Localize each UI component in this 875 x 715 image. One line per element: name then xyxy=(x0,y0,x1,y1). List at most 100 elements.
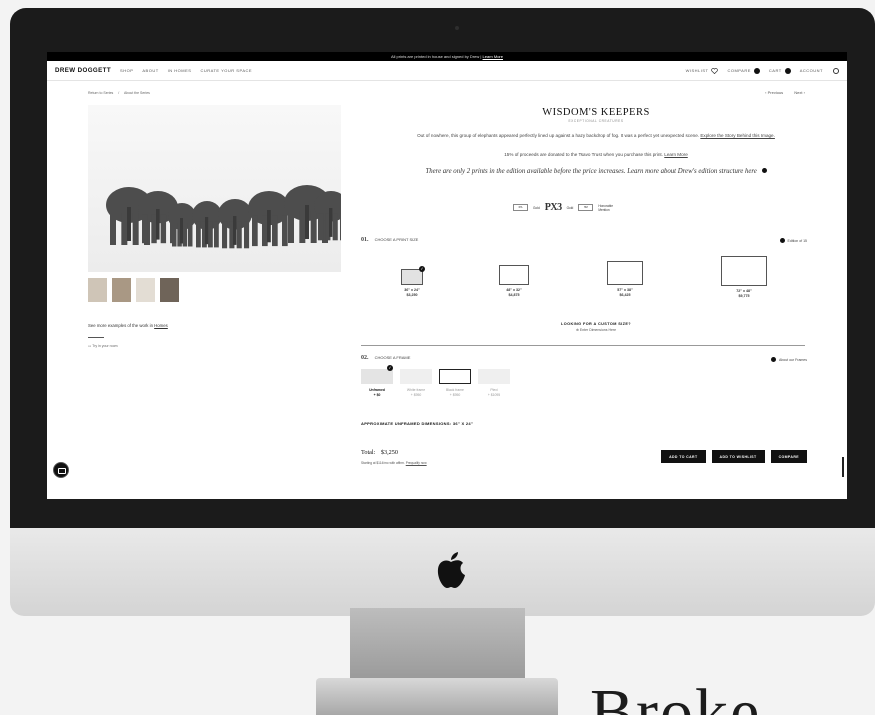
scrollbar[interactable] xyxy=(842,457,844,477)
thumbnail-1[interactable] xyxy=(88,278,107,302)
frame-label: Unframed + $0 xyxy=(369,388,385,397)
pager: ‹ Previous Next › xyxy=(765,90,805,95)
size-option-4[interactable]: 72" x 48" $9,775 xyxy=(721,256,767,299)
thumbnail-4[interactable] xyxy=(160,278,179,302)
announcement-text: All prints are printed in house and sign… xyxy=(390,54,482,59)
camera xyxy=(455,26,459,30)
cart-link[interactable]: CART xyxy=(768,67,791,74)
compare-count-badge xyxy=(753,67,760,74)
elephant-shape xyxy=(248,191,290,247)
monitor-stand-foot xyxy=(316,678,558,715)
size-preview xyxy=(607,261,643,285)
chat-button[interactable] xyxy=(53,462,69,478)
custom-size-link[interactable]: ⊕ Enter Dimensions Here xyxy=(361,328,831,332)
frame-label: Black frame + $950 xyxy=(446,388,464,397)
financing-note: Starting at $114/mo with affirm. Prequal… xyxy=(361,461,427,465)
custom-size-title: LOOKING FOR A CUSTOM SIZE? xyxy=(561,322,631,326)
next-link[interactable]: Next xyxy=(794,90,802,95)
add-to-wishlist-button[interactable]: ADD TO WISHLIST xyxy=(711,450,765,463)
try-room-label: Try in your room xyxy=(92,344,118,348)
previous-link[interactable]: Previous xyxy=(768,90,784,95)
product-description: Out of nowhere, this group of elephants … xyxy=(361,133,831,140)
frame-option-black[interactable]: Black frame + $950 xyxy=(439,369,471,398)
nav-about[interactable]: ABOUT xyxy=(142,68,158,73)
size-option-3[interactable]: 57" x 38" $6,425 xyxy=(605,261,645,298)
donation-text: 15% of proceeds are donated to the Tsavo… xyxy=(504,152,663,157)
award-label-1: Gold xyxy=(533,205,540,210)
frame-option-unframed[interactable]: ✓ Unframed + $0 xyxy=(361,365,393,398)
website-screen: All prints are printed in house and sign… xyxy=(47,52,847,499)
edition-note-badge[interactable]: Edition of 15 xyxy=(779,238,807,243)
check-icon: ✓ xyxy=(419,266,425,272)
compare-label: COMPARE xyxy=(727,68,751,73)
donation-note: 15% of proceeds are donated to the Tsavo… xyxy=(361,152,831,157)
section-divider xyxy=(361,345,805,346)
checkout-buttons: ADD TO CART ADD TO WISHLIST COMPARE xyxy=(661,450,807,463)
elephant-shape xyxy=(314,191,348,241)
frame-options: ✓ Unframed + $0 White frame + $950 Black f… xyxy=(361,365,510,398)
print-size-heading: 01. CHOOSE A PRINT SIZE xyxy=(361,237,418,243)
breadcrumb-back[interactable]: Return to Series xyxy=(88,91,113,95)
nav-shop[interactable]: SHOP xyxy=(120,68,133,73)
section-number-02: 02. xyxy=(361,355,369,361)
donation-learn-more[interactable]: Learn More xyxy=(664,152,688,157)
announcement-link[interactable]: Learn More xyxy=(483,54,503,59)
frame-heading: 02. CHOOSE A FRAME xyxy=(361,355,410,361)
product-main-image[interactable] xyxy=(88,105,348,272)
prequalify-link[interactable]: Prequalify now xyxy=(406,461,427,465)
chevron-right-icon: › xyxy=(803,90,805,95)
announcement-bar: All prints are printed in house and sign… xyxy=(47,52,847,61)
site-logo[interactable]: DREW DOGGETT xyxy=(55,67,111,74)
story-link[interactable]: Explore the Story Behind this Image. xyxy=(700,133,775,138)
wishlist-link[interactable]: WISHLIST xyxy=(685,67,719,74)
try-in-room-link[interactable]: ▭ Try in your room xyxy=(88,344,118,348)
frame-swatch xyxy=(478,369,510,384)
breadcrumb-sep: / xyxy=(118,91,120,95)
search-icon[interactable] xyxy=(833,67,839,74)
info-icon[interactable] xyxy=(761,168,767,173)
thumbnail-2[interactable] xyxy=(112,278,131,302)
monitor-bezel: All prints are printed in house and sign… xyxy=(10,8,875,528)
info-icon xyxy=(770,357,776,362)
size-option-2[interactable]: 48" x 32" $4,875 xyxy=(497,262,531,298)
elephant-shape xyxy=(168,203,196,247)
compare-link[interactable]: COMPARE xyxy=(727,67,760,74)
frame-label: Plexi + $1095 xyxy=(487,388,501,397)
breadcrumb-current[interactable]: About the Series xyxy=(124,91,150,95)
edition-count: Edition of 15 xyxy=(787,238,807,243)
nav-right-group: WISHLIST COMPARE CART ACCOUNT xyxy=(677,67,839,74)
nav-in-homes[interactable]: IN HOMES xyxy=(168,68,192,73)
wishlist-label: WISHLIST xyxy=(685,68,709,73)
award-logo-hm: HM xyxy=(578,204,594,211)
compare-button[interactable]: COMPARE xyxy=(770,450,807,463)
background-word: Broke xyxy=(590,676,762,715)
size-preview xyxy=(721,256,767,286)
imac-monitor: All prints are printed in house and sign… xyxy=(10,8,875,678)
frame-option-white[interactable]: White frame + $950 xyxy=(400,369,432,398)
account-link[interactable]: ACCOUNT xyxy=(800,68,823,73)
frame-option-plexi[interactable]: Plexi + $1095 xyxy=(478,369,510,398)
see-more-text: See more examples of the work in Homes xyxy=(88,323,168,328)
size-option-1[interactable]: ✓ 36" x 24" $3,250 xyxy=(397,262,427,298)
award-label-2: Gold xyxy=(566,205,574,210)
product-title: WISDOM'S KEEPERS xyxy=(542,107,650,118)
homes-link[interactable]: Homes xyxy=(154,323,168,328)
total-value: $3,250 xyxy=(380,449,398,456)
cart-label: CART xyxy=(768,68,782,73)
nav-curate[interactable]: CURATE YOUR SPACE xyxy=(200,68,252,73)
product-subtitle: EXCEPTIONAL CREATURES xyxy=(568,119,624,123)
awards-row: IPA Gold PX3 Gold HM Honorable Mention xyxy=(513,202,620,213)
award-logo-ipa: IPA xyxy=(513,204,528,211)
about-frames-link[interactable]: About our Frames xyxy=(770,357,807,362)
frame-label: White frame + $950 xyxy=(406,388,426,397)
edition-text: There are only 2 prints in the edition a… xyxy=(425,168,757,175)
approx-dimensions: APPROXIMATE UNFRAMED DIMENSIONS: 36" X 2… xyxy=(361,421,474,426)
add-to-cart-button[interactable]: ADD TO CART xyxy=(661,450,706,463)
elephant-shape xyxy=(192,201,222,248)
thumbnail-3[interactable] xyxy=(136,278,155,302)
total-label: Total: xyxy=(361,449,376,456)
elephant-shape xyxy=(218,199,252,249)
edition-note: There are only 2 prints in the edition a… xyxy=(361,168,831,175)
check-icon: ✓ xyxy=(387,365,393,371)
award-label-3: Honorable Mention xyxy=(598,203,614,212)
